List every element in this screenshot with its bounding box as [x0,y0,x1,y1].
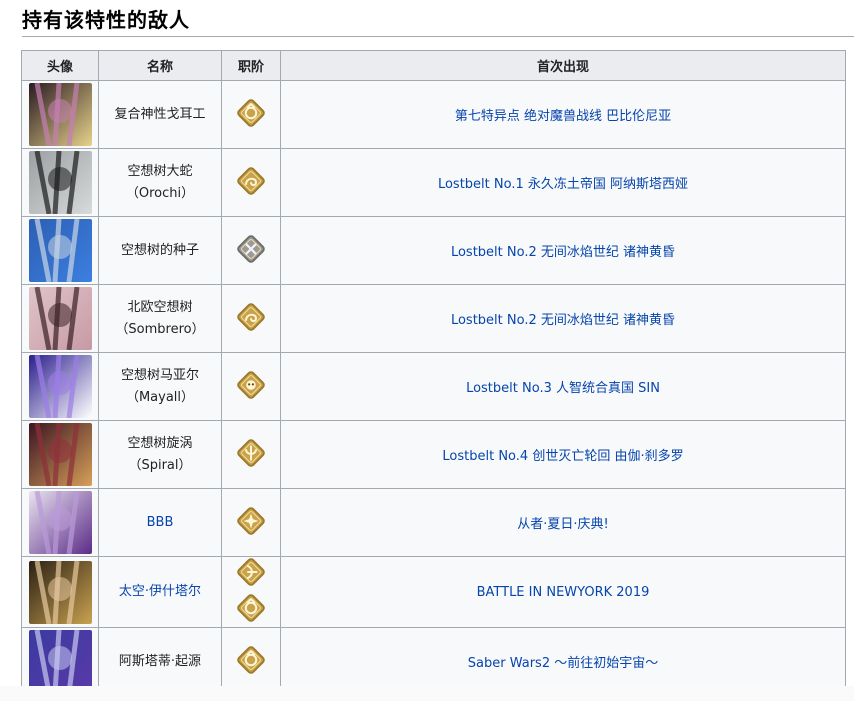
header-name: 名称 [98,50,222,81]
enemy-avatar[interactable] [28,287,92,350]
class-cell [221,556,281,628]
name-cell[interactable]: 太空·伊什塔尔 [98,556,222,628]
enemy-name-sub: （Spiral） [128,457,192,473]
enemy-name[interactable]: BBB [147,515,174,530]
alterego-icon[interactable] [236,438,266,468]
class-cell [221,80,281,149]
appearance-cell: Lostbelt No.2 无间冰焰世纪 诸神黄昏 [280,284,846,353]
enemy-avatar[interactable] [28,151,92,214]
avenger-icon[interactable] [236,98,266,128]
table-row: 空想树大蛇 （Orochi） Lostbelt No.1 永久冻土帝国 阿纳斯塔西娅 [21,148,846,217]
foreigner-icon[interactable] [236,302,266,332]
enemy-avatar[interactable] [28,491,92,554]
enemy-name: 空想树马亚尔 [120,367,199,383]
name-cell: 空想树大蛇 （Orochi） [98,148,222,217]
avenger-icon[interactable] [236,645,266,675]
table-header-row: 头像 名称 职阶 首次出现 [21,50,846,81]
table-row: 空想树马亚尔 （Mayall） Lostbelt No.3 人智统合真国 SIN [21,352,846,421]
avatar-cell [21,80,99,149]
first-appearance-link[interactable]: BATTLE IN NEWYORK 2019 [477,585,650,600]
archer-icon[interactable] [236,557,266,587]
avatar-cell [21,216,99,285]
table-row: 空想树旋涡 （Spiral） Lostbelt No.4 创世灭亡轮回 由伽·刹多罗 [21,420,846,489]
first-appearance-link[interactable]: Saber Wars2 ～前往初始宇宙～ [468,656,658,671]
class-cell [221,284,281,353]
avatar-cell [21,488,99,557]
enemy-name: 复合神性戈耳工 [114,106,206,122]
enemy-avatar[interactable] [28,423,92,486]
first-appearance-link[interactable]: 第七特异点 绝对魔兽战线 巴比伦尼亚 [455,109,671,124]
appearance-cell: BATTLE IN NEWYORK 2019 [280,556,846,628]
beast-icon[interactable] [236,370,266,400]
enemy-avatar[interactable] [28,560,92,624]
appearance-cell: 第七特异点 绝对魔兽战线 巴比伦尼亚 [280,80,846,149]
table-row: 太空·伊什塔尔 BATTLE IN NEWYORK 2019 [21,556,846,628]
silver-shielder-icon[interactable] [236,234,266,264]
appearance-cell: Lostbelt No.4 创世灭亡轮回 由伽·刹多罗 [280,420,846,489]
class-cell [221,352,281,421]
section-title: 持有该特性的敌人 [22,8,190,32]
first-appearance-link[interactable]: Lostbelt No.4 创世灭亡轮回 由伽·刹多罗 [442,449,683,464]
enemy-name: 空想树旋涡 [127,435,193,451]
page-bottom [0,686,854,701]
avatar-cell [21,352,99,421]
foreigner-icon[interactable] [236,166,266,196]
appearance-cell: 从者·夏日·庆典! [280,488,846,557]
enemy-avatar[interactable] [28,630,92,693]
enemy-name: 北欧空想树 [127,299,193,315]
name-cell: 复合神性戈耳工 [98,80,222,149]
class-cell [221,488,281,557]
enemy-avatar[interactable] [28,355,92,418]
table-row: BBB 从者·夏日·庆典! [21,488,846,557]
name-cell: 空想树马亚尔 （Mayall） [98,352,222,421]
first-appearance-link[interactable]: Lostbelt No.2 无间冰焰世纪 诸神黄昏 [451,313,675,328]
first-appearance-link[interactable]: Lostbelt No.2 无间冰焰世纪 诸神黄昏 [451,245,675,260]
table-row: 北欧空想树 （Sombrero） Lostbelt No.2 无间冰焰世纪 诸神黄昏 [21,284,846,353]
enemy-name-sub: （Orochi） [125,185,195,201]
enemy-name: 阿斯塔蒂·起源 [118,653,202,669]
class-cell [221,148,281,217]
enemy-table: 头像 名称 职阶 首次出现 复合神性戈耳工 第七特异点 绝对魔兽战线 巴比伦尼亚空… [21,50,846,696]
first-appearance-link[interactable]: Lostbelt No.1 永久冻土帝国 阿纳斯塔西娅 [438,177,688,192]
mooncancer-icon[interactable] [236,506,266,536]
section-heading: 持有该特性的敌人 [22,4,854,37]
avatar-cell [21,556,99,628]
enemy-name[interactable]: 太空·伊什塔尔 [119,584,201,599]
header-first-appearance: 首次出现 [280,50,846,81]
name-cell[interactable]: BBB [98,488,222,557]
header-class: 职阶 [221,50,281,81]
name-cell: 空想树的种子 [98,216,222,285]
avatar-cell [21,284,99,353]
avenger-icon[interactable] [236,593,266,623]
header-avatar: 头像 [21,50,99,81]
class-cell [221,420,281,489]
enemy-name-sub: （Mayall） [125,389,195,405]
table-row: 空想树的种子 Lostbelt No.2 无间冰焰世纪 诸神黄昏 [21,216,846,285]
avatar-cell [21,148,99,217]
first-appearance-link[interactable]: Lostbelt No.3 人智统合真国 SIN [466,381,660,396]
enemy-name-sub: （Sombrero） [115,321,205,337]
name-cell: 北欧空想树 （Sombrero） [98,284,222,353]
appearance-cell: Lostbelt No.2 无间冰焰世纪 诸神黄昏 [280,216,846,285]
first-appearance-link[interactable]: 从者·夏日·庆典! [517,517,608,532]
table-row: 复合神性戈耳工 第七特异点 绝对魔兽战线 巴比伦尼亚 [21,80,846,149]
name-cell: 空想树旋涡 （Spiral） [98,420,222,489]
avatar-cell [21,420,99,489]
class-cell [221,216,281,285]
enemy-avatar[interactable] [28,219,92,282]
appearance-cell: Lostbelt No.1 永久冻土帝国 阿纳斯塔西娅 [280,148,846,217]
appearance-cell: Lostbelt No.3 人智统合真国 SIN [280,352,846,421]
enemy-avatar[interactable] [28,83,92,146]
enemy-name: 空想树的种子 [120,242,199,258]
enemy-name: 空想树大蛇 [127,163,193,179]
